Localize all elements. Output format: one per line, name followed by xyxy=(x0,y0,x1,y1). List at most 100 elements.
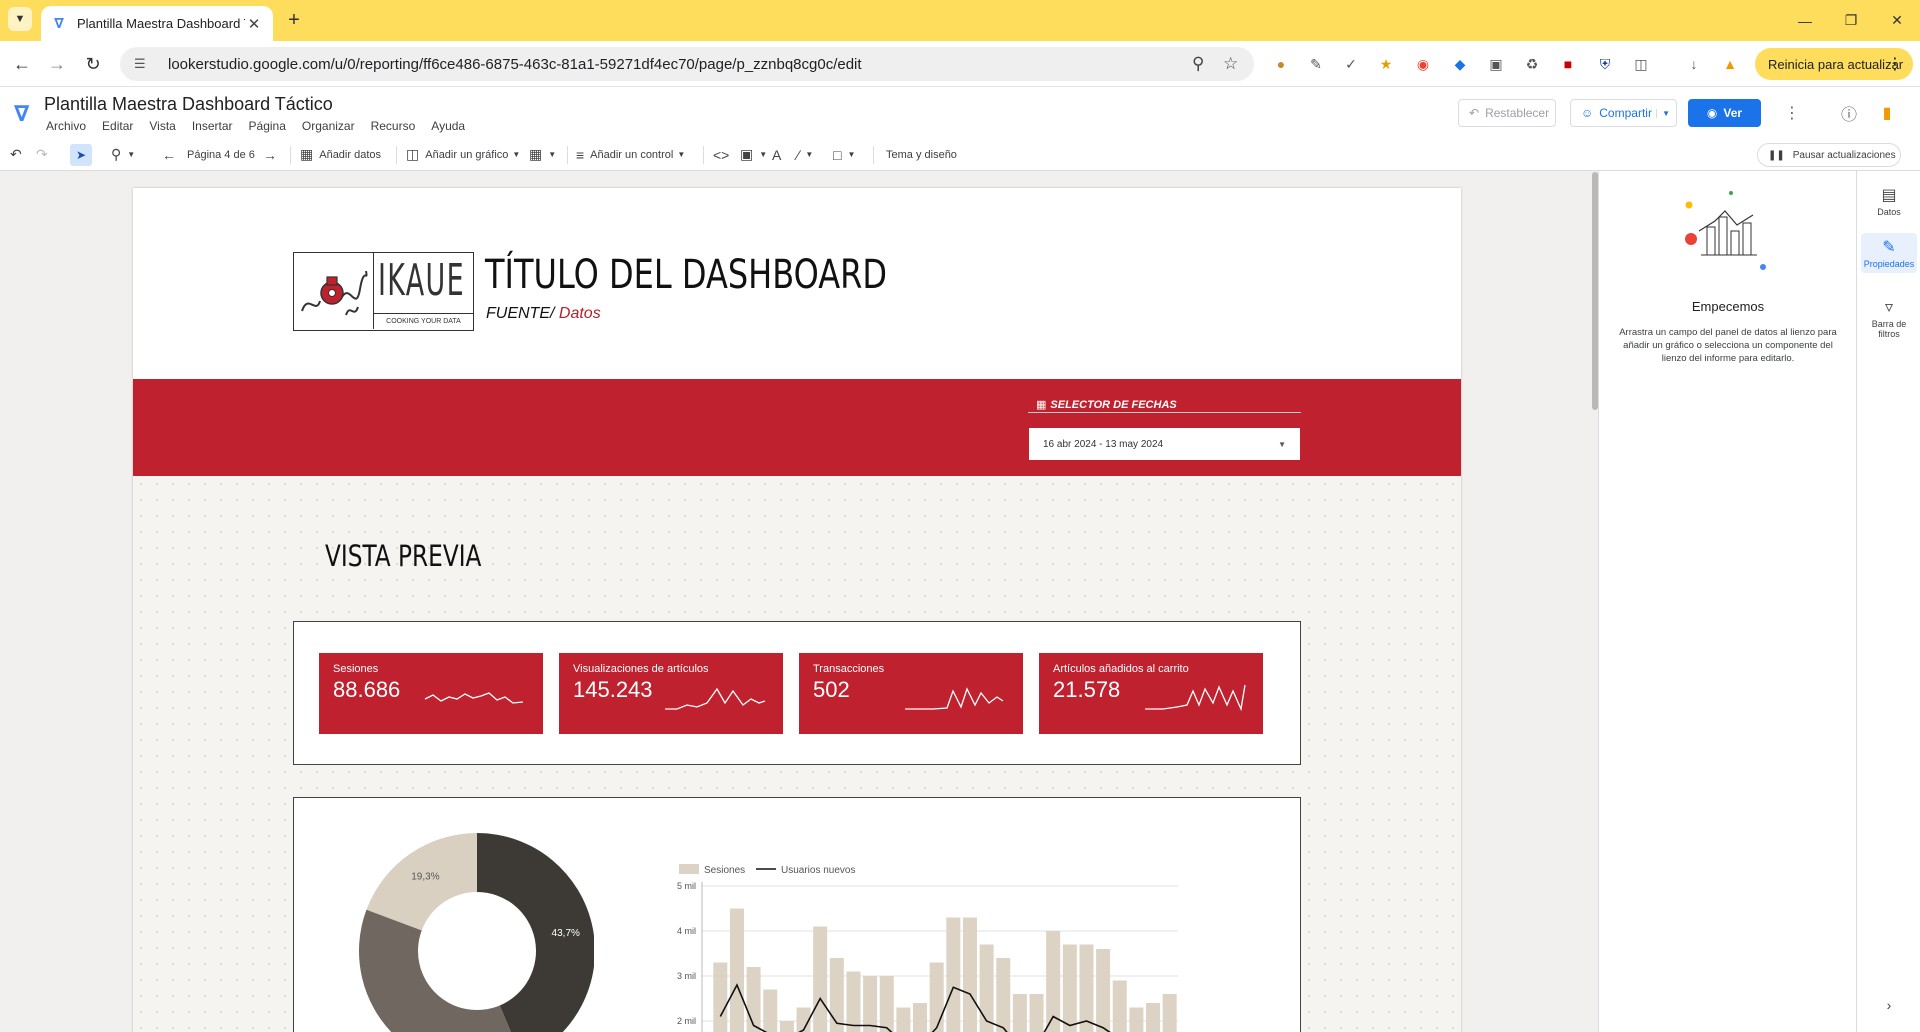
menu-item-ayuda[interactable]: Ayuda xyxy=(431,119,465,133)
donut-chart[interactable]: 43,7% 19,3% xyxy=(294,798,594,1032)
rail-data-tab[interactable]: ▤ Datos xyxy=(1861,185,1917,217)
bar-sessions[interactable] xyxy=(846,971,861,1032)
bar-sessions[interactable] xyxy=(946,917,961,1032)
shape-icon[interactable]: □ ▼ xyxy=(833,144,855,165)
next-page-icon[interactable]: → xyxy=(263,144,283,165)
collapse-panel-icon[interactable]: › xyxy=(1861,997,1917,1013)
tab-search-dropdown-icon[interactable]: ▼ xyxy=(8,7,32,31)
back-icon[interactable]: ← xyxy=(9,51,35,77)
combo-chart[interactable]: Sesiones Usuarios nuevos 5 mil 4 mil 3 mil 2 … xyxy=(644,798,1264,1032)
date-range-control[interactable]: 16 abr 2024 - 13 may 2024 ▼ xyxy=(1029,428,1300,460)
extension-icon-5[interactable]: ◉ xyxy=(1413,54,1433,74)
more-options-icon[interactable]: ⋮ xyxy=(1782,103,1802,123)
restart-to-update-button[interactable]: Reinicia para actualizar ⋮ xyxy=(1755,48,1913,80)
bar-sessions[interactable] xyxy=(913,1003,928,1032)
forward-icon[interactable]: → xyxy=(44,51,70,77)
extension-icon-4[interactable]: ★ xyxy=(1376,54,1396,74)
bar-sessions[interactable] xyxy=(1062,944,1077,1032)
community-viz-button[interactable]: ▦ ▼ xyxy=(529,144,556,165)
image-icon[interactable]: ▣ ▼ xyxy=(740,144,767,165)
kpi-card[interactable]: Artículos añadidos al carrito 21.578 xyxy=(1039,653,1263,734)
rail-properties-tab[interactable]: ✎ Propiedades xyxy=(1861,233,1917,273)
add-data-button[interactable]: ▦ Añadir datos xyxy=(300,144,381,165)
minimize-icon[interactable]: — xyxy=(1782,0,1828,41)
browser-menu-icon[interactable]: ⋮ xyxy=(1887,54,1903,74)
shield-extension-icon[interactable]: ⛨ xyxy=(1595,54,1615,74)
menu-item-archivo[interactable]: Archivo xyxy=(46,119,86,133)
extension-cookie-icon[interactable]: ● xyxy=(1271,54,1291,74)
ikaue-logo[interactable]: IKAUE COOKING YOUR DATA xyxy=(293,252,474,331)
date-band[interactable]: ▦ SELECTOR DE FECHAS 16 abr 2024 - 13 may… xyxy=(133,379,1461,476)
extensions-puzzle-icon[interactable]: ◫ xyxy=(1631,54,1651,74)
add-control-button[interactable]: ≡ Añadir un control ▼ xyxy=(576,144,685,165)
zoom-menu[interactable]: ⚲ ▼ xyxy=(111,144,135,165)
bar-sessions[interactable] xyxy=(1012,994,1027,1032)
charts-frame[interactable]: 43,7% 19,3% Sesiones Usuarios nuevos 5 mil 4… xyxy=(293,797,1301,1032)
bar-sessions[interactable] xyxy=(1079,944,1094,1032)
close-window-icon[interactable]: ✕ xyxy=(1874,0,1920,41)
analytics-extension-icon[interactable]: ▲ xyxy=(1720,54,1740,74)
restore-icon[interactable]: ❐ xyxy=(1828,0,1874,41)
kpi-scorecards-frame[interactable]: Sesiones 88.686 Visualizaciones de artíc… xyxy=(293,621,1301,765)
menu-item-insertar[interactable]: Insertar xyxy=(192,119,233,133)
help-icon[interactable]: ⓘ xyxy=(1839,103,1859,124)
view-button[interactable]: ◉ Ver xyxy=(1688,99,1761,127)
bookmark-star-icon[interactable]: ☆ xyxy=(1223,54,1238,74)
share-dropdown-icon[interactable]: ▼ xyxy=(1656,108,1670,118)
extension-icon-2[interactable]: ✎ xyxy=(1306,54,1326,74)
rail-filters-tab[interactable]: ▿ Barra de filtros xyxy=(1861,297,1917,339)
share-button[interactable]: ☺ Compartir ▼ xyxy=(1570,99,1677,127)
embed-url-icon[interactable]: <> xyxy=(713,144,735,165)
select-pointer-icon[interactable]: ➤ xyxy=(70,144,92,166)
bar-sessions[interactable] xyxy=(1162,994,1177,1032)
browser-tab-active[interactable]: ∇ Plantilla Maestra Dashboard Tá ✕ xyxy=(41,6,273,41)
add-chart-button[interactable]: ◫ Añadir un gráfico ▼ xyxy=(406,144,520,165)
menu-item-organizar[interactable]: Organizar xyxy=(302,119,355,133)
bar-sessions[interactable] xyxy=(996,958,1011,1032)
menu-item-editar[interactable]: Editar xyxy=(102,119,133,133)
bar-sessions[interactable] xyxy=(962,917,977,1032)
looker-studio-logo-icon[interactable]: ∇ xyxy=(14,101,32,127)
bar-sessions[interactable] xyxy=(729,908,744,1032)
kpi-card[interactable]: Transacciones 502 xyxy=(799,653,1023,734)
date-dropdown-icon[interactable]: ▼ xyxy=(1278,440,1286,449)
bar-sessions[interactable] xyxy=(896,1007,911,1032)
site-info-icon[interactable]: ☰ xyxy=(134,56,154,72)
document-title[interactable]: Plantilla Maestra Dashboard Táctico xyxy=(44,94,333,115)
reset-button[interactable]: ↶ Restablecer xyxy=(1458,99,1556,127)
extension-icon-9[interactable]: ■ xyxy=(1558,54,1578,74)
bar-sessions[interactable] xyxy=(1029,994,1044,1032)
kpi-card[interactable]: Sesiones 88.686 xyxy=(319,653,543,734)
page-indicator[interactable]: Página 4 de 6 xyxy=(187,144,255,165)
extension-icon-6[interactable]: ◆ xyxy=(1450,54,1470,74)
report-page[interactable]: IKAUE COOKING YOUR DATA TÍTULO DEL DASHB… xyxy=(133,188,1461,1032)
source-line[interactable]: FUENTE/ Datos xyxy=(486,305,601,323)
zoom-icon[interactable]: ⚲ xyxy=(1192,54,1204,74)
donut-slice[interactable] xyxy=(359,909,522,1032)
report-canvas[interactable]: IKAUE COOKING YOUR DATA TÍTULO DEL DASHB… xyxy=(0,171,1598,1032)
pause-updates-button[interactable]: ❚❚ Pausar actualizaciones xyxy=(1757,143,1901,167)
recycle-extension-icon[interactable]: ♻ xyxy=(1522,54,1542,74)
bar-sessions[interactable] xyxy=(1096,949,1111,1032)
bar-sessions[interactable] xyxy=(779,1021,794,1032)
menu-item-vista[interactable]: Vista xyxy=(149,119,175,133)
text-box-icon[interactable]: A xyxy=(772,144,787,165)
previous-page-icon[interactable]: ← xyxy=(162,144,182,165)
bar-sessions[interactable] xyxy=(929,962,944,1032)
bar-sessions[interactable] xyxy=(1146,1003,1161,1032)
bar-sessions[interactable] xyxy=(813,926,828,1032)
camera-extension-icon[interactable]: ▣ xyxy=(1486,54,1506,74)
bar-sessions[interactable] xyxy=(763,989,778,1032)
url-omnibox[interactable]: ☰ lookerstudio.google.com/u/0/reporting/… xyxy=(120,47,1254,81)
undo-icon[interactable]: ↶ xyxy=(10,144,28,165)
line-icon[interactable]: ∕ ▼ xyxy=(797,144,813,165)
extension-icon-3[interactable]: ✓ xyxy=(1341,54,1361,74)
tab-close-icon[interactable]: ✕ xyxy=(245,15,263,33)
report-header[interactable]: IKAUE COOKING YOUR DATA TÍTULO DEL DASHB… xyxy=(133,188,1461,379)
download-icon[interactable]: ↓ xyxy=(1684,54,1704,74)
bar-sessions[interactable] xyxy=(979,944,994,1032)
new-tab-icon[interactable]: + xyxy=(282,8,306,32)
section-title[interactable]: VISTA PREVIA xyxy=(325,539,481,573)
bar-sessions[interactable] xyxy=(879,976,894,1032)
bar-sessions[interactable] xyxy=(1129,1007,1144,1032)
